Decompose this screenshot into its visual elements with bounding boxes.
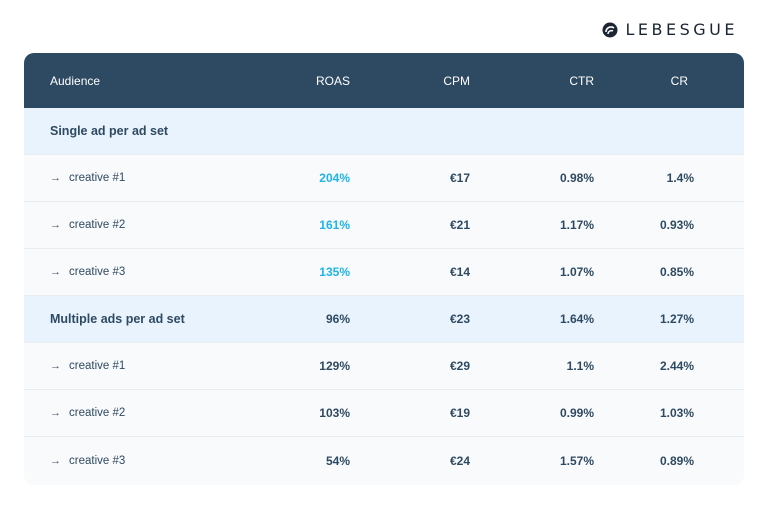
row-value: €14: [449, 265, 470, 279]
row-label-cell: → creative #3: [24, 266, 239, 278]
brand-logo: LEBESGUE: [602, 20, 738, 39]
lebesgue-logo-icon: [602, 22, 618, 38]
brand-name: LEBESGUE: [625, 20, 738, 39]
row-value: 129%: [319, 359, 350, 373]
header-ctr: CTR: [569, 73, 594, 88]
row-label-cell: → creative #1: [24, 172, 239, 184]
header-cpm: CPM: [443, 73, 470, 88]
row-label-cell: → creative #1: [24, 360, 239, 372]
row-value: 54%: [325, 453, 350, 468]
row-label: creative #3: [69, 266, 126, 278]
group-row: Multiple ads per ad set 96% €23 1.64% 1.27%: [24, 296, 744, 343]
row-label: creative #1: [69, 360, 126, 372]
row-value: 0.93%: [659, 218, 694, 232]
arrow-right-icon: →: [50, 266, 61, 278]
arrow-right-icon: →: [50, 454, 61, 467]
row-value: 2.44%: [659, 359, 694, 373]
table-row: → creative #2 161% €21 1.17% 0.93%: [24, 202, 744, 249]
row-value: 0.85%: [659, 265, 694, 279]
row-label: creative #3: [69, 454, 126, 467]
row-value: 1.07%: [559, 265, 594, 279]
row-value: €24: [449, 453, 470, 468]
table-row: → creative #1 129% €29 1.1% 2.44%: [24, 343, 744, 390]
group-label: Single ad per ad set: [50, 124, 169, 138]
row-label: creative #2: [69, 407, 126, 419]
row-value: 135%: [319, 265, 350, 279]
performance-table: Audience ROAS CPM CTR CR Single ad per a…: [24, 53, 744, 485]
row-value: €19: [449, 406, 470, 420]
row-value: 161%: [319, 218, 350, 232]
row-value: 0.99%: [559, 406, 594, 420]
group-value: €23: [449, 312, 470, 326]
table-row: → creative #1 204% €17 0.98% 1.4%: [24, 155, 744, 202]
row-value: 0.98%: [559, 171, 594, 185]
row-value: 1.4%: [666, 171, 694, 185]
group-value: 1.27%: [659, 312, 694, 326]
header-roas: ROAS: [315, 73, 350, 88]
row-label-cell: → creative #2: [24, 219, 239, 231]
header-audience: Audience: [50, 73, 101, 88]
arrow-right-icon: →: [50, 172, 61, 184]
row-value: 1.03%: [659, 406, 694, 420]
arrow-right-icon: →: [50, 360, 61, 372]
table-row: → creative #3 54% €24 1.57% 0.89%: [24, 437, 744, 484]
group-value: 1.64%: [559, 312, 594, 326]
group-value: 96%: [325, 312, 350, 326]
header-cr: CR: [670, 73, 688, 88]
arrow-right-icon: →: [50, 407, 61, 419]
row-value: 1.57%: [559, 453, 594, 468]
row-value: 103%: [319, 406, 350, 420]
table-row: → creative #2 103% €19 0.99% 1.03%: [24, 390, 744, 437]
table-row: → creative #3 135% €14 1.07% 0.85%: [24, 249, 744, 296]
arrow-right-icon: →: [50, 219, 61, 231]
table-header: Audience ROAS CPM CTR CR: [24, 53, 744, 108]
row-value: 1.1%: [566, 359, 594, 373]
group-label: Multiple ads per ad set: [50, 312, 185, 326]
row-label: creative #2: [69, 219, 126, 231]
row-value: €21: [449, 218, 470, 232]
group-row: Single ad per ad set: [24, 108, 744, 155]
row-value: 204%: [319, 171, 350, 185]
row-label: creative #1: [69, 172, 126, 184]
row-value: 1.17%: [559, 218, 594, 232]
row-label-cell: → creative #3: [24, 455, 239, 467]
row-value: €29: [449, 359, 470, 373]
row-value: €17: [449, 171, 470, 185]
row-label-cell: → creative #2: [24, 407, 239, 419]
row-value: 0.89%: [659, 453, 694, 468]
